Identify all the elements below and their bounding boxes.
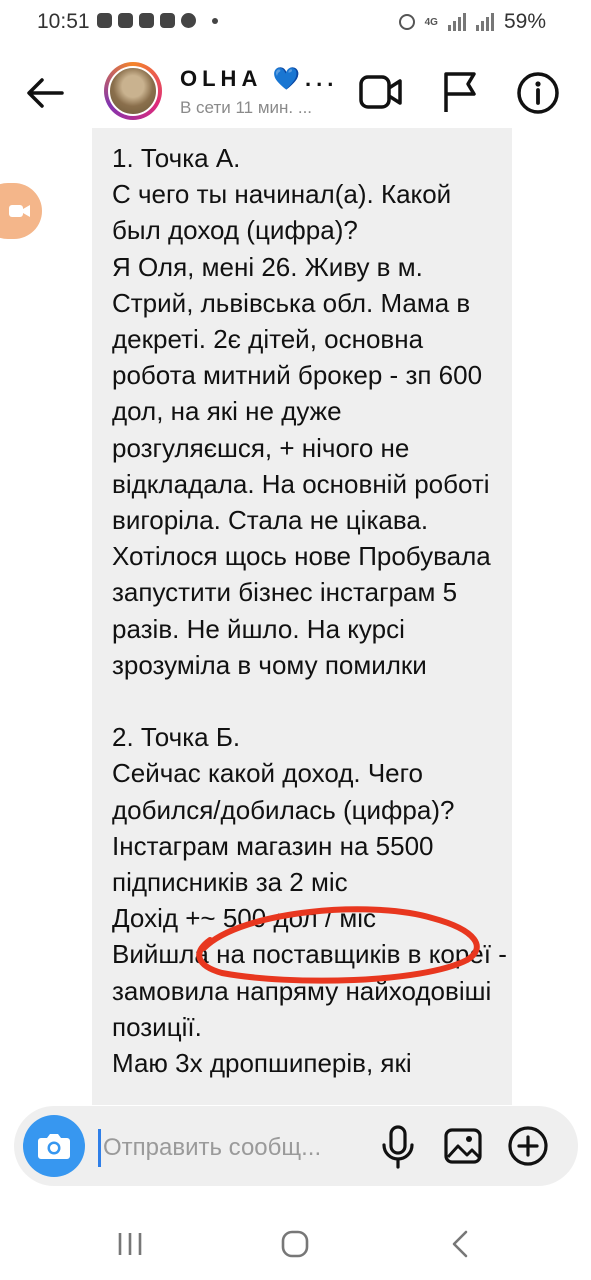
sticker-add-icon [508,1126,548,1166]
notification-icons [97,13,218,28]
flag-icon [444,72,476,112]
status-bar: 10:51 4G 59% [0,0,591,46]
telegram-icon [181,13,196,28]
info-button[interactable] [515,70,561,116]
youtube-icon [118,13,133,28]
floating-video-button[interactable] [0,183,42,239]
message-text: 1. Точка А. С чего ты начинал(а). Какой … [112,143,507,1079]
signal-icon [447,13,466,31]
back-button[interactable] [22,70,68,116]
report-button[interactable] [440,70,480,114]
voice-message-button[interactable] [378,1124,418,1170]
alarm-icon [398,14,415,30]
home-button[interactable] [280,1229,310,1259]
status-time: 10:51 [37,10,90,33]
sticker-button[interactable] [506,1124,550,1168]
app-icon [160,13,175,28]
chat-header: OLHA 💙... В сети 11 мин. ... [0,58,591,128]
video-call-button[interactable] [358,72,404,112]
home-icon [281,1230,309,1258]
video-call-icon [359,75,402,109]
message-input[interactable] [98,1129,373,1167]
battery-level: 59% [503,10,546,33]
status-indicators: 4G 59% [398,10,546,34]
system-nav-bar [0,1210,591,1280]
video-camera-icon [9,205,30,217]
recent-apps-icon [118,1233,142,1255]
avatar-photo [108,66,158,116]
facebook-icon [97,13,112,28]
gallery-icon [444,1128,482,1164]
camera-icon [38,1134,70,1159]
system-back-button[interactable] [448,1229,472,1259]
info-icon [517,72,559,114]
recent-apps-button[interactable] [116,1230,144,1258]
youtube-icon [139,13,154,28]
chat-name[interactable]: OLHA 💙... [180,66,338,92]
back-arrow-icon [27,78,64,108]
signal-icon [475,13,494,31]
microphone-icon [382,1125,414,1169]
network-type: 4G [424,16,438,28]
more-notifications-icon [212,18,218,24]
message-bubble[interactable]: 1. Точка А. С чего ты начинал(а). Какой … [92,128,512,1113]
avatar[interactable] [104,62,162,120]
camera-button[interactable] [23,1115,85,1177]
gallery-button[interactable] [443,1126,483,1166]
chevron-left-icon [452,1230,468,1258]
chat-status: В сети 11 мин. ... [180,98,313,117]
